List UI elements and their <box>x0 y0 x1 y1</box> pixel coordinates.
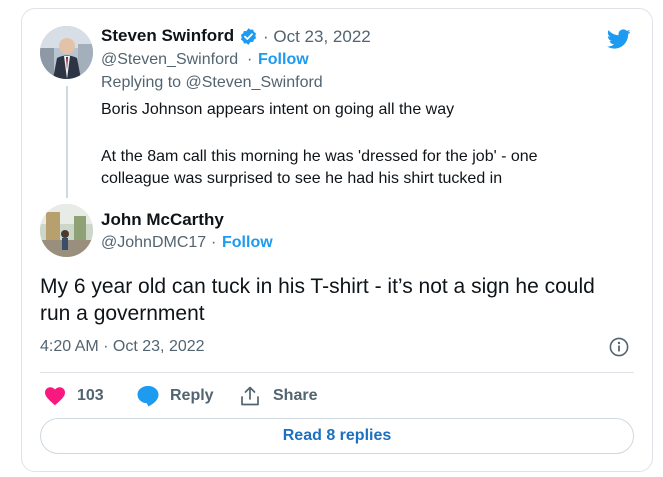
reply-author-name[interactable]: John McCarthy <box>101 210 224 230</box>
avatar-steven-swinford[interactable] <box>40 26 93 79</box>
reply-follow-button[interactable]: Follow <box>222 234 273 252</box>
handle-separator: · <box>247 51 253 68</box>
tweet-date[interactable]: · Oct 23, 2022 <box>263 27 371 47</box>
reply-button[interactable]: Reply <box>136 384 214 408</box>
author-handle[interactable]: @Steven_Swinford <box>101 51 238 69</box>
twitter-bird-icon[interactable] <box>604 27 634 51</box>
info-icon[interactable] <box>609 337 629 357</box>
reply-handle-separator: · <box>211 234 217 251</box>
share-label: Share <box>273 387 318 404</box>
read-replies-button[interactable]: Read 8 replies <box>40 418 634 454</box>
parent-tweet-line-2: At the 8am call this morning he was 'dre… <box>101 148 538 165</box>
share-icon <box>241 386 259 406</box>
reply-tweet-text: My 6 year old can tuck in his T-shirt - … <box>40 275 595 325</box>
follow-button[interactable]: Follow <box>258 51 309 69</box>
heart-icon <box>45 387 65 406</box>
verified-badge-icon <box>240 28 257 45</box>
reply-author-handle[interactable]: @JohnDMC17 <box>101 234 206 252</box>
share-button[interactable]: Share <box>240 384 317 408</box>
parent-tweet-line-1: Boris Johnson appears intent on going al… <box>101 101 455 118</box>
reply-label: Reply <box>170 387 214 404</box>
parent-tweet-line-3: colleague was surprised to see he had hi… <box>101 170 503 187</box>
like-count: 103 <box>77 387 104 404</box>
replying-to[interactable]: Replying to @Steven_Swinford <box>101 74 323 92</box>
author-name[interactable]: Steven Swinford <box>101 26 234 46</box>
reply-timestamp[interactable]: 4:20 AM · Oct 23, 2022 <box>40 338 205 356</box>
reply-bubble-icon <box>137 386 159 407</box>
thread-connector-line <box>66 86 68 198</box>
action-divider <box>40 372 634 373</box>
avatar-john-mccarthy[interactable] <box>40 204 93 257</box>
like-button[interactable]: 103 <box>44 384 104 408</box>
